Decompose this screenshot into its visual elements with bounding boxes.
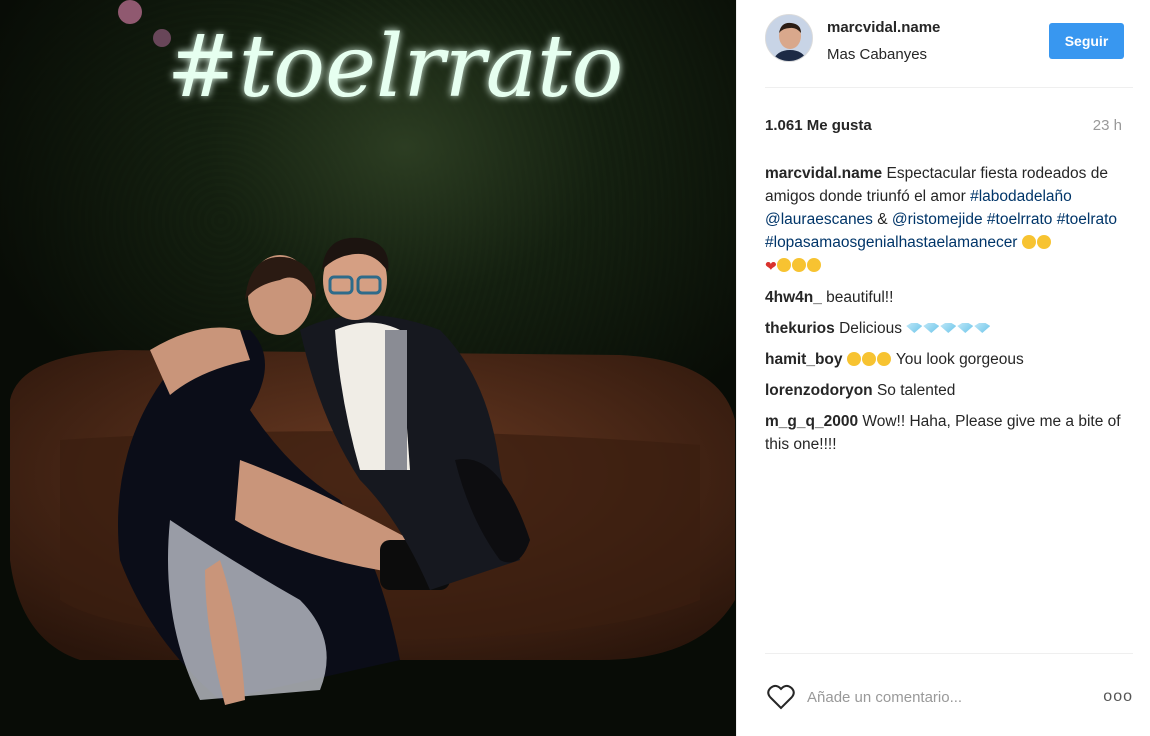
instagram-post: #toelrrato marcvidal.name Mas Cabanyes S… xyxy=(0,0,1150,736)
comment-text: So talented xyxy=(876,382,956,399)
diamond-emoji-icon xyxy=(923,323,940,333)
comment-bar: ooo xyxy=(765,653,1133,736)
comment: thekurios Delicious xyxy=(765,317,1127,340)
emoji-icon xyxy=(806,258,821,272)
hashtag[interactable]: #lopasamaosgenialhastaelamanecer xyxy=(765,234,1017,251)
diamond-emoji-icon xyxy=(974,323,991,333)
hashtag[interactable]: #labodadelaño xyxy=(970,188,1072,205)
emoji-icon xyxy=(861,352,876,366)
diamond-emoji-icon xyxy=(940,323,957,333)
follow-button[interactable]: Seguir xyxy=(1049,23,1124,59)
comment-user[interactable]: 4hw4n_ xyxy=(765,289,822,306)
avatar[interactable] xyxy=(765,14,813,62)
caption-author[interactable]: marcvidal.name xyxy=(765,165,882,182)
hashtag[interactable]: #toelrato xyxy=(1057,211,1117,228)
comment-user[interactable]: lorenzodoryon xyxy=(765,382,873,399)
comment-text: You look gorgeous xyxy=(895,351,1024,368)
neon-sign: #toelrrato xyxy=(167,17,624,117)
post-time[interactable]: 23 h xyxy=(1093,117,1122,134)
username[interactable]: marcvidal.name xyxy=(827,19,940,36)
mention[interactable]: @lauraescanes xyxy=(765,211,873,228)
comment: lorenzodoryon So talented xyxy=(765,379,1127,402)
emoji-icon xyxy=(1036,235,1051,249)
comment-user[interactable]: thekurios xyxy=(765,320,835,337)
comment-user[interactable]: m_g_q_2000 xyxy=(765,413,858,430)
mention[interactable]: @ristomejide xyxy=(892,211,983,228)
diamond-emoji-icon xyxy=(906,323,923,333)
comment-text: beautiful!! xyxy=(826,289,894,306)
comment-input[interactable] xyxy=(807,684,1067,710)
post-photo[interactable]: #toelrrato xyxy=(0,0,736,736)
heart-outline-icon[interactable] xyxy=(767,684,795,710)
emoji-icon xyxy=(791,258,806,272)
emoji-icon xyxy=(846,352,861,366)
comments-list: marcvidal.name Espectacular fiesta rodea… xyxy=(765,162,1127,464)
comment: 4hw4n_ beautiful!! xyxy=(765,286,1127,309)
comment: hamit_boy You look gorgeous xyxy=(765,348,1127,371)
hashtag[interactable]: #toelrrato xyxy=(987,211,1052,228)
caption-ampersand: & xyxy=(877,211,888,228)
likes-count[interactable]: 1.061 Me gusta xyxy=(765,117,872,134)
caption: marcvidal.name Espectacular fiesta rodea… xyxy=(765,162,1127,278)
photo-illustration: #toelrrato xyxy=(10,0,735,705)
emoji-icon xyxy=(876,352,891,366)
emoji-icon xyxy=(1021,235,1036,249)
diamond-emoji-icon xyxy=(957,323,974,333)
post-sidebar: marcvidal.name Mas Cabanyes Seguir 1.061… xyxy=(736,0,1150,736)
avatar-image xyxy=(766,15,812,61)
location[interactable]: Mas Cabanyes xyxy=(827,46,927,63)
post-header: marcvidal.name Mas Cabanyes Seguir xyxy=(765,14,1133,88)
more-options-icon[interactable]: ooo xyxy=(1103,688,1133,706)
comment-user[interactable]: hamit_boy xyxy=(765,351,843,368)
comment: m_g_q_2000 Wow!! Haha, Please give me a … xyxy=(765,410,1127,456)
heart-emoji-icon: ❤ xyxy=(765,258,777,274)
comment-text: Delicious xyxy=(839,320,902,337)
emoji-icon xyxy=(776,258,791,272)
